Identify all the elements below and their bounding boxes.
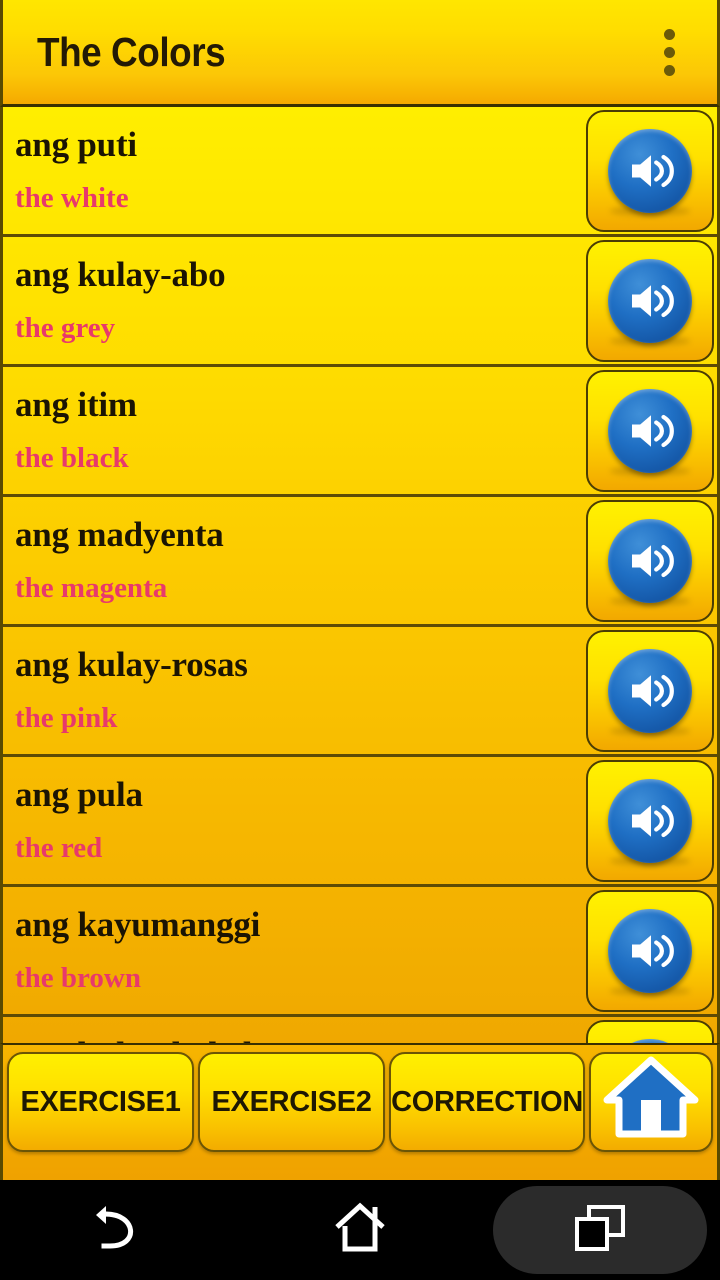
exercise2-button[interactable]: EXERCISE2 <box>198 1052 386 1152</box>
speaker-volume-icon <box>608 388 692 473</box>
term-text: ang puti <box>15 125 137 165</box>
translation-text: the pink <box>15 702 118 735</box>
row-text-group: ang kulay-rosas the pink <box>3 645 586 735</box>
colors-list[interactable]: ang puti the white ang kulay-abo the gre… <box>0 107 720 1043</box>
speaker-volume-icon <box>608 908 692 993</box>
translation-text: the grey <box>15 312 116 345</box>
play-audio-button[interactable] <box>586 889 714 1012</box>
overflow-menu-icon[interactable] <box>641 14 697 90</box>
home-outline-icon <box>331 1199 389 1262</box>
nav-back-button[interactable] <box>0 1180 240 1280</box>
speaker-volume-icon <box>608 128 692 213</box>
dot <box>663 28 675 40</box>
row-text-group: ang pula the red <box>3 775 586 865</box>
table-row[interactable]: ang kayumanggi the brown <box>3 887 717 1017</box>
translation-text: the brown <box>15 962 141 995</box>
translation-text: the magenta <box>15 572 168 605</box>
speaker-volume-icon <box>608 258 692 343</box>
row-text-group: ang puti the white <box>3 125 586 215</box>
row-text-group: ang kayumanggi the brown <box>3 905 586 995</box>
play-audio-button[interactable] <box>586 499 714 622</box>
row-text-group: ang itim the black <box>3 385 586 475</box>
row-text-group: ang madyenta the magenta <box>3 515 586 605</box>
table-row[interactable]: ang kulay-rosas the pink <box>3 627 717 757</box>
table-row[interactable]: ang pula the red <box>3 757 717 887</box>
exercise1-button[interactable]: EXERCISE1 <box>7 1052 195 1152</box>
app-header: The Colors <box>0 0 720 107</box>
phone-screen: The Colors ang puti the white ang kulay-… <box>0 0 720 1280</box>
play-audio-button[interactable] <box>586 239 714 362</box>
play-audio-button[interactable] <box>586 629 714 752</box>
table-row[interactable]: ang puti the white <box>3 107 717 237</box>
correction-button[interactable]: CORRECTION <box>389 1052 586 1152</box>
translation-text: the white <box>15 182 129 215</box>
android-navigation-bar <box>0 1180 720 1280</box>
page-title: The Colors <box>37 28 226 75</box>
home-house-icon <box>603 1054 699 1150</box>
table-row[interactable]: ang itim the black <box>3 367 717 497</box>
table-row[interactable]: ang kulay-kahel the orange <box>3 1017 717 1043</box>
row-text-group: ang kulay-abo the grey <box>3 255 586 345</box>
speaker-volume-icon <box>608 778 692 863</box>
term-text: ang kulay-rosas <box>15 645 248 685</box>
term-text: ang madyenta <box>15 515 224 555</box>
table-row[interactable]: ang madyenta the magenta <box>3 497 717 627</box>
nav-home-button[interactable] <box>240 1180 480 1280</box>
play-audio-button[interactable] <box>586 109 714 232</box>
translation-text: the black <box>15 442 129 475</box>
bottom-toolbar: EXERCISE1 EXERCISE2 CORRECTION <box>0 1043 720 1180</box>
nav-recents-button[interactable] <box>480 1180 720 1280</box>
play-audio-button[interactable] <box>586 759 714 882</box>
dot <box>663 46 675 58</box>
recents-squares-icon <box>573 1203 627 1258</box>
term-text: ang itim <box>15 385 137 425</box>
term-text: ang kayumanggi <box>15 905 261 945</box>
speaker-volume-icon <box>608 648 692 733</box>
dot <box>663 64 675 76</box>
translation-text: the red <box>15 832 103 865</box>
home-button[interactable] <box>589 1052 714 1152</box>
term-text: ang pula <box>15 775 143 815</box>
play-audio-button[interactable] <box>586 1019 714 1043</box>
back-arrow-icon <box>90 1200 150 1261</box>
speaker-volume-icon <box>608 518 692 603</box>
table-row[interactable]: ang kulay-abo the grey <box>3 237 717 367</box>
play-audio-button[interactable] <box>586 369 714 492</box>
term-text: ang kulay-abo <box>15 255 226 295</box>
